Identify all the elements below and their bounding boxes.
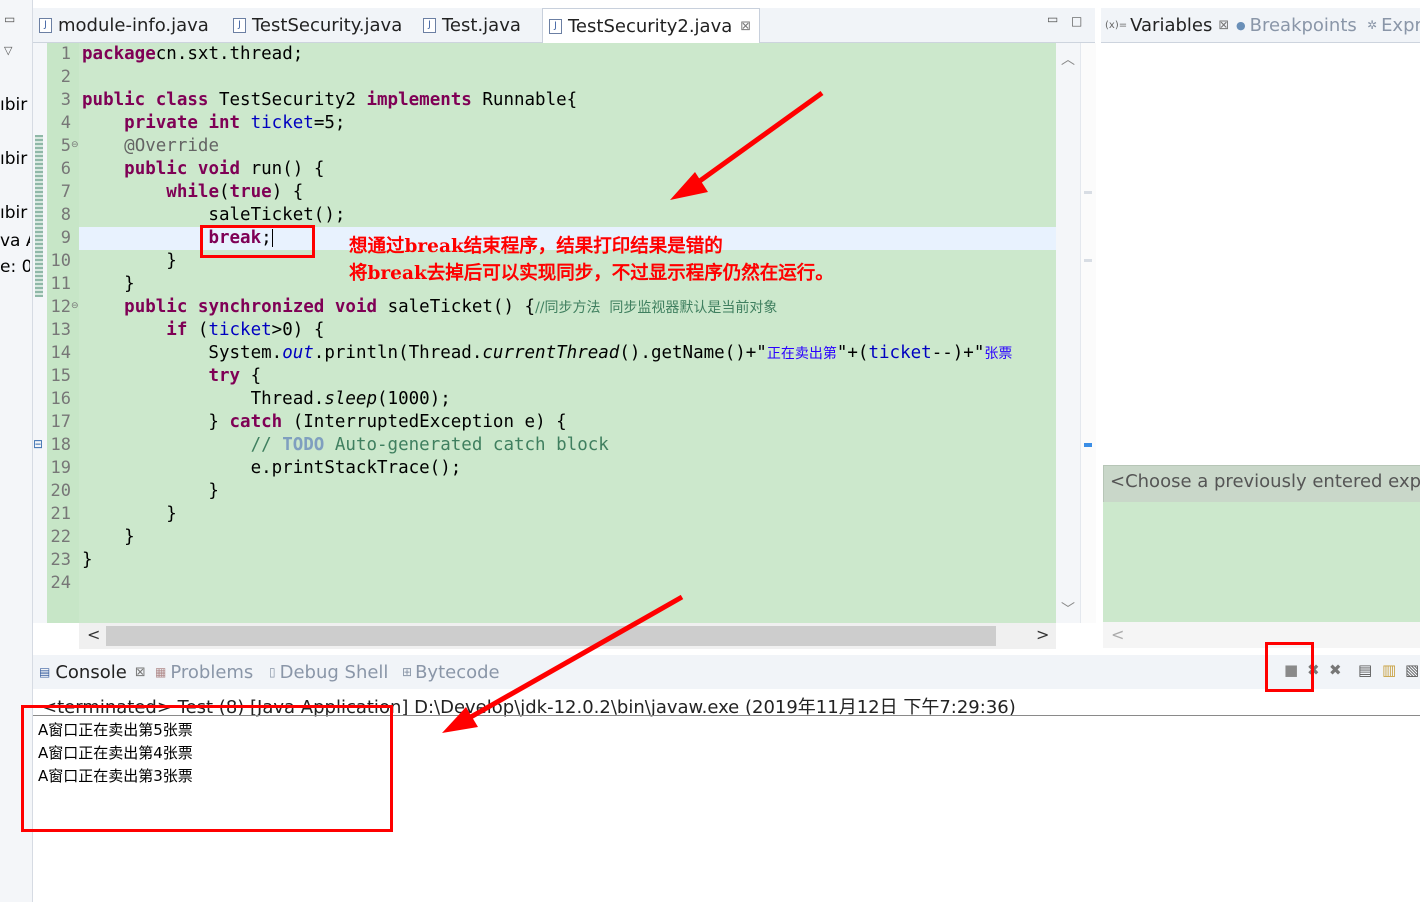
annotation-arrows xyxy=(442,90,824,733)
arrow-to-break xyxy=(670,90,824,200)
arrow-to-output xyxy=(442,594,684,733)
